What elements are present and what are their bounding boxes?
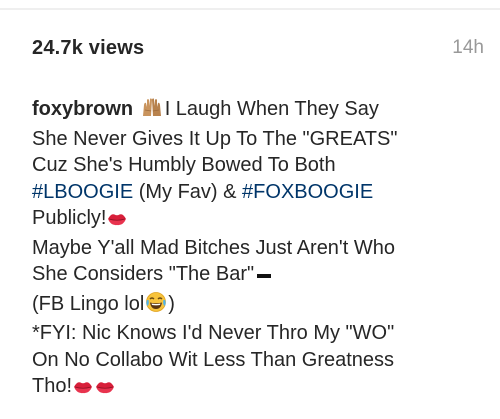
caption-line: Cuz She's Humbly Bowed To Both bbox=[32, 154, 336, 176]
caption-line: Tho! bbox=[32, 373, 492, 403]
caption-line: She Never Gives It Up To The "GREATS" bbox=[32, 127, 398, 150]
raised-hands-icon bbox=[140, 96, 164, 126]
tears-of-joy-icon bbox=[145, 291, 167, 321]
caption-text: ) bbox=[168, 292, 175, 315]
divider bbox=[0, 8, 500, 10]
post-info-panel: 24.7k views 14h foxybrown I Laugh When T… bbox=[0, 0, 500, 419]
hashtag-link-lboogie[interactable]: #LBOOGIE bbox=[32, 181, 133, 203]
caption-text: Tho! bbox=[32, 375, 73, 397]
caption-line: (FB Lingo lol ) bbox=[32, 291, 492, 321]
caption-line: She Considers "The Bar" bbox=[32, 261, 492, 291]
view-count[interactable]: 24.7k views bbox=[32, 37, 144, 60]
kiss-lips-icon bbox=[107, 208, 127, 235]
heavy-minus-icon bbox=[255, 264, 273, 291]
username-link[interactable]: foxybrown bbox=[32, 98, 133, 120]
post-timestamp[interactable]: 14h bbox=[452, 37, 484, 59]
caption-text: (FB Lingo lol bbox=[32, 292, 145, 315]
kiss-lips-icon bbox=[95, 376, 115, 403]
caption-text: I Laugh When They Say bbox=[164, 98, 379, 120]
caption-line: foxybrown I Laugh When They Say bbox=[32, 96, 492, 126]
post-stats-row: 24.7k views 14h bbox=[32, 36, 484, 60]
caption-line: Maybe Y'all Mad Bitches Just Aren't Who bbox=[32, 236, 395, 259]
post-caption: foxybrown I Laugh When They Say She Neve… bbox=[32, 96, 492, 403]
caption-line: On No Collabo Wit Less Than Greatness bbox=[32, 348, 395, 371]
caption-text: (My Fav) & bbox=[133, 180, 243, 203]
caption-text: She Considers "The Bar" bbox=[32, 263, 255, 285]
kiss-lips-icon bbox=[73, 376, 93, 403]
caption-text: Publicly! bbox=[32, 207, 107, 229]
hashtag-link-foxboogie[interactable]: #FOXBOOGIE bbox=[242, 181, 373, 203]
caption-line: Publicly! bbox=[32, 205, 492, 235]
caption-line: #LBOOGIE (My Fav) & #FOXBOOGIE bbox=[32, 179, 492, 206]
caption-line: *FYI: Nic Knows I'd Never Thro My "WO" bbox=[32, 322, 395, 344]
